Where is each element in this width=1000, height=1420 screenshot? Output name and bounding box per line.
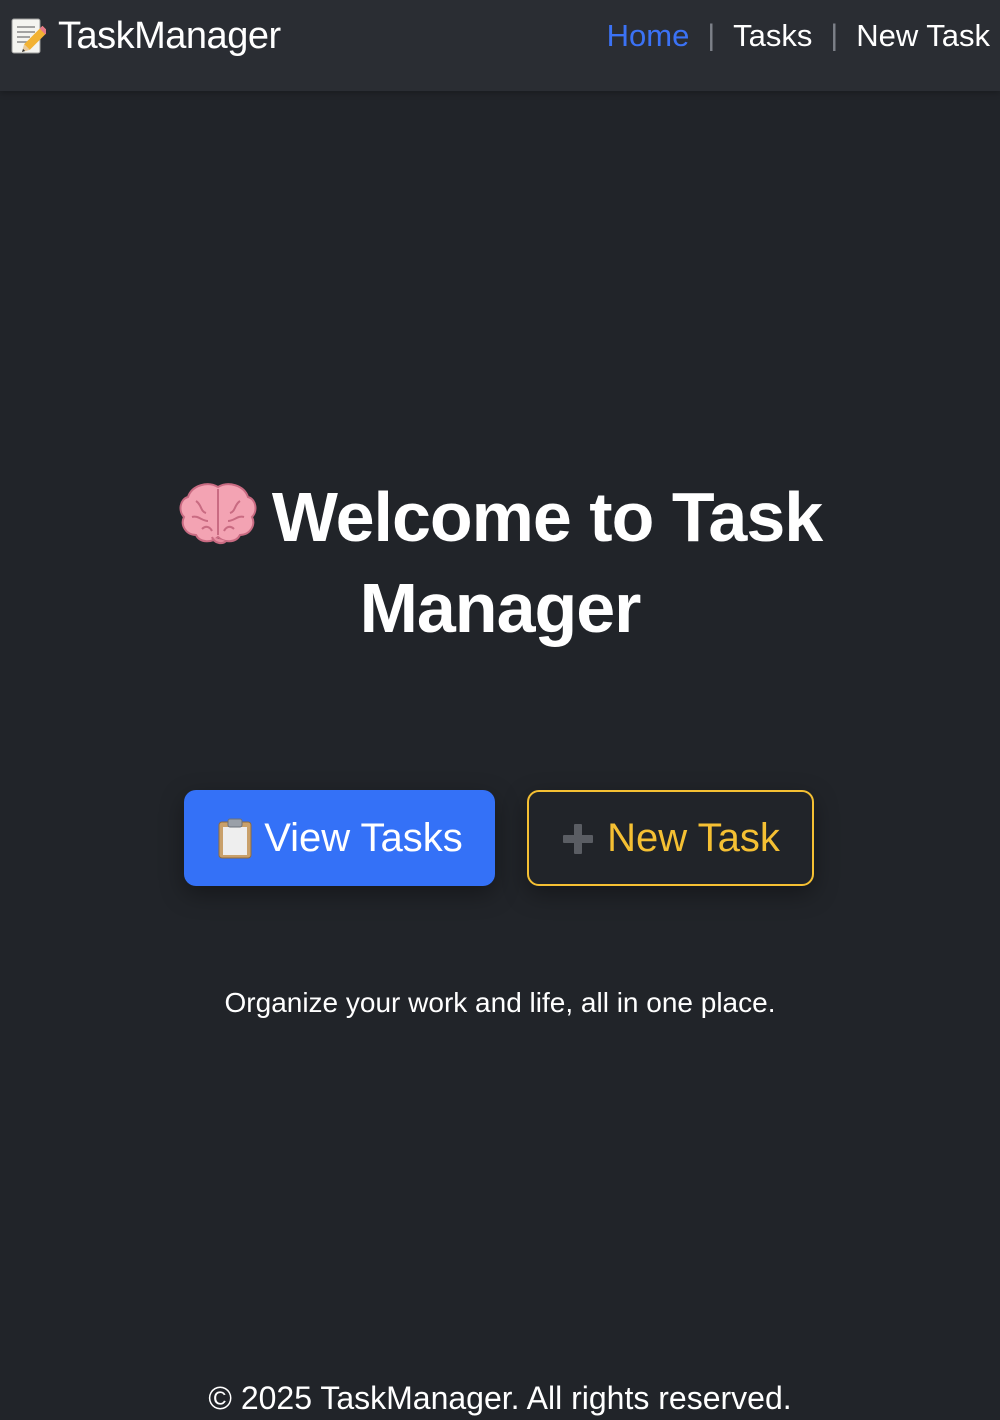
view-tasks-label: View Tasks	[264, 815, 463, 860]
main-nav: Home | Tasks | New Task	[607, 14, 990, 58]
navbar: TaskManager Home | Tasks | New Task	[0, 0, 1000, 91]
tagline: Organize your work and life, all in one …	[224, 987, 776, 1018]
view-tasks-button[interactable]: View Tasks	[184, 790, 495, 886]
plus-icon	[561, 821, 595, 855]
clipboard-icon	[216, 817, 254, 859]
new-task-button[interactable]: New Task	[527, 790, 814, 886]
memo-icon	[10, 16, 49, 56]
hero-title-text: Welcome to Task Manager	[271, 478, 823, 647]
brand-name: TaskManager	[58, 15, 281, 57]
new-task-label: New Task	[607, 815, 780, 860]
nav-separator: |	[707, 19, 716, 52]
nav-home-link[interactable]: Home	[607, 14, 690, 58]
nav-separator: |	[830, 19, 839, 52]
nav-new-task-link[interactable]: New Task	[856, 14, 990, 58]
brand-link[interactable]: TaskManager	[10, 14, 281, 58]
footer-copyright: © 2025 TaskManager. All rights reserved.	[208, 1380, 792, 1416]
nav-tasks-link[interactable]: Tasks	[733, 14, 812, 58]
brain-icon	[178, 478, 258, 545]
hero-title: Welcome to Task Manager	[100, 472, 900, 654]
